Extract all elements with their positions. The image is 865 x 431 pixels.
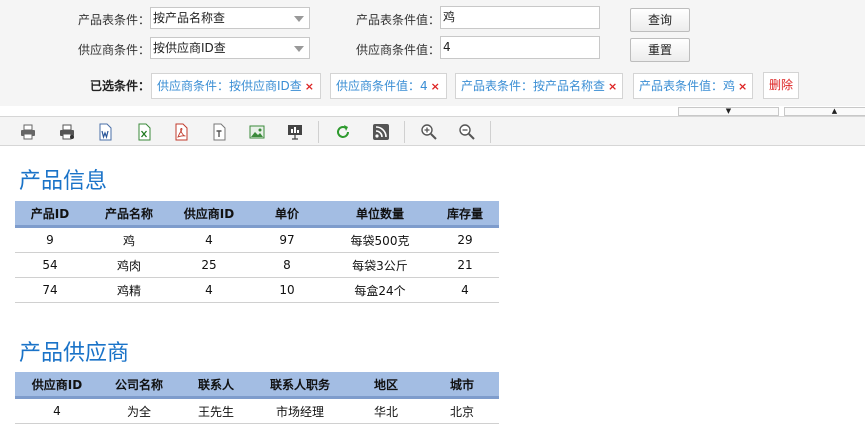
table-cell: 市场经理 [253,397,347,424]
print-preview-icon[interactable] [58,123,76,141]
chip-label: 产品表条件值：鸡 [639,79,736,93]
product-value-label: 产品表条件值： [355,13,440,27]
product-condition-label: 产品表条件： [77,13,150,27]
supplier-condition-label: 供应商条件： [77,43,150,57]
selected-conditions-label: 已选条件： [90,79,151,93]
zoom-out-icon[interactable] [458,123,476,141]
table-cell: 北京 [425,397,499,424]
table-cell: 每盒24个 [329,277,431,303]
delete-conditions-button[interactable]: 删除 [763,72,799,99]
rss-icon[interactable] [372,123,390,141]
collapse-up-toggle[interactable]: ▲ [784,107,865,116]
suppliers-table: 供应商ID 公司名称 联系人 联系人职务 地区 城市 4 为全 王先生 市场经理… [15,372,499,424]
column-header: 单位数量 [329,201,431,228]
column-header: 联系人职务 [253,372,347,399]
table-cell: 鸡 [85,226,173,253]
table-cell: 97 [245,226,329,253]
table-row: 74 鸡精 4 10 每盒24个 4 [15,277,499,303]
table-cell: 4 [431,277,499,303]
query-button[interactable]: 查询 [630,8,690,32]
table-cell: 每袋3公斤 [329,252,431,278]
table-cell: 10 [245,277,329,303]
table-cell: 21 [431,252,499,278]
table-cell: 华北 [347,397,425,424]
supplier-condition-select[interactable]: 按供应商ID查 [150,37,310,59]
product-value-input[interactable]: 鸡 [440,6,600,29]
selected-chip: 供应商条件：按供应商ID查 × [151,73,321,99]
toolbar-divider [490,121,491,143]
products-table: 产品ID 产品名称 供应商ID 单价 单位数量 库存量 9 鸡 4 97 每袋5… [15,201,499,303]
export-image-icon[interactable] [248,123,266,141]
selected-chip: 产品表条件值：鸡 × [633,73,753,99]
column-header: 地区 [347,372,425,399]
column-header: 库存量 [431,201,499,228]
table-cell: 鸡精 [85,277,173,303]
report-toolbar [0,116,865,146]
close-icon[interactable]: × [608,80,617,93]
export-word-icon[interactable] [96,123,114,141]
selected-chip: 供应商条件值：4 × [330,73,447,99]
table-cell: 54 [15,252,85,278]
chip-label: 供应商条件值：4 [336,79,428,93]
present-icon[interactable] [286,123,304,141]
table-cell: 每袋500克 [329,226,431,253]
table-cell: 74 [15,277,85,303]
table-cell: 4 [15,397,99,424]
chip-label: 供应商条件：按供应商ID查 [157,79,302,93]
table-row: 4 为全 王先生 市场经理 华北 北京 [15,397,499,424]
table-cell: 为全 [99,397,179,424]
column-header: 供应商ID [173,201,245,228]
zoom-in-icon[interactable] [420,123,438,141]
column-header: 供应商ID [15,372,99,399]
column-header: 产品名称 [85,201,173,228]
table-cell: 王先生 [179,397,253,424]
selected-chip: 产品表条件：按产品名称查 × [455,73,623,99]
table-cell: 4 [173,226,245,253]
column-header: 产品ID [15,201,85,228]
table-header-row: 供应商ID 公司名称 联系人 联系人职务 地区 城市 [15,372,499,399]
table-header-row: 产品ID 产品名称 供应商ID 单价 单位数量 库存量 [15,201,499,228]
suppliers-section-title: 产品供应商 [19,341,130,366]
product-condition-select[interactable]: 按产品名称查 [150,7,310,29]
products-section-title: 产品信息 [19,169,108,194]
table-cell: 29 [431,226,499,253]
chip-label: 产品表条件：按产品名称查 [461,79,606,93]
product-condition-value: 按产品名称查 [153,11,226,25]
refresh-icon[interactable] [334,123,352,141]
toolbar-divider [318,121,319,143]
table-cell: 4 [173,277,245,303]
close-icon[interactable]: × [738,80,747,93]
supplier-condition-value: 按供应商ID查 [153,41,226,55]
column-header: 城市 [425,372,499,399]
export-text-icon[interactable] [210,123,228,141]
print-icon[interactable] [19,123,37,141]
close-icon[interactable]: × [431,80,440,93]
close-icon[interactable]: × [305,80,314,93]
toolbar-divider [404,121,405,143]
table-row: 9 鸡 4 97 每袋500克 29 [15,226,499,253]
column-header: 联系人 [179,372,253,399]
column-header: 单价 [245,201,329,228]
supplier-value-label: 供应商条件值： [355,43,440,57]
table-cell: 9 [15,226,85,253]
chevron-down-icon [294,46,304,52]
table-row: 54 鸡肉 25 8 每袋3公斤 21 [15,252,499,278]
table-cell: 25 [173,252,245,278]
filter-panel: 产品表条件： 按产品名称查 产品表条件值： 鸡 查询 供应商条件： 按供应商ID… [0,0,865,106]
reset-button[interactable]: 重置 [630,38,690,62]
chevron-down-icon [294,16,304,22]
export-excel-icon[interactable] [135,123,153,141]
table-cell: 8 [245,252,329,278]
column-header: 公司名称 [99,372,179,399]
export-pdf-icon[interactable] [172,123,190,141]
supplier-value-input[interactable]: 4 [440,36,600,59]
table-cell: 鸡肉 [85,252,173,278]
collapse-down-toggle[interactable]: ▼ [678,107,779,116]
